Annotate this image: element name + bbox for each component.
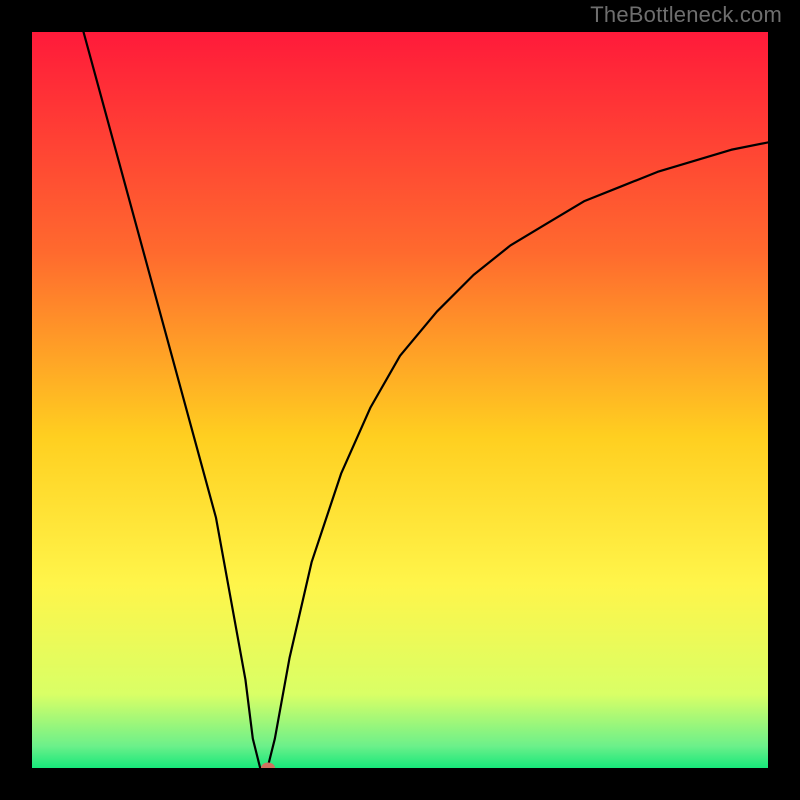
curve-layer xyxy=(32,32,768,768)
bottleneck-curve xyxy=(84,32,768,768)
optimal-point-marker xyxy=(261,763,275,769)
plot-area xyxy=(32,32,768,768)
chart-frame: TheBottleneck.com xyxy=(0,0,800,800)
curve-svg xyxy=(32,32,768,768)
watermark-text: TheBottleneck.com xyxy=(590,2,782,28)
